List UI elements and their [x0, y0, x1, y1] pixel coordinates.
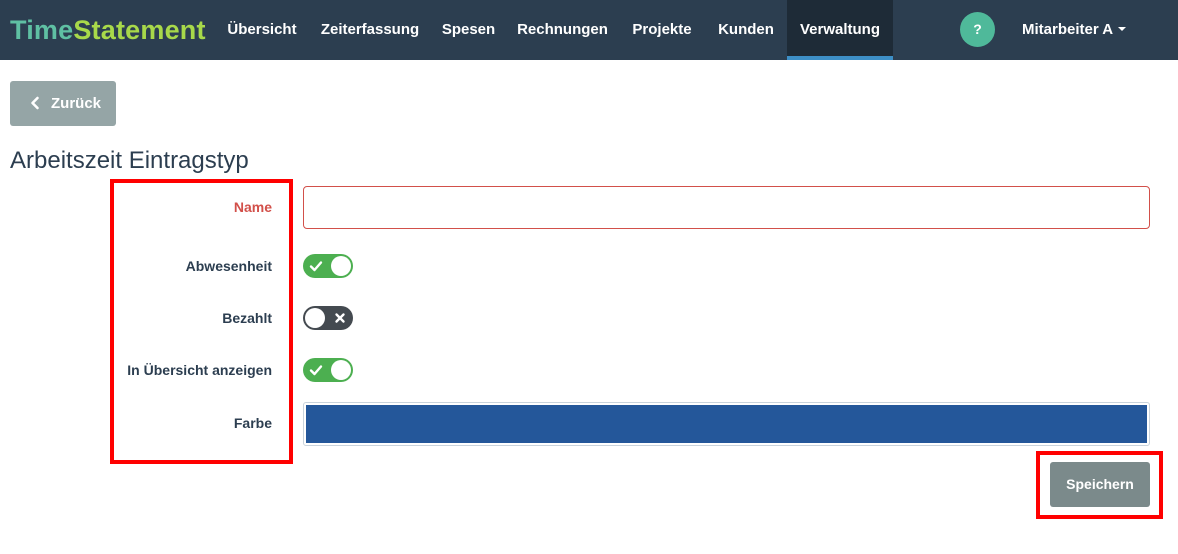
- brand-part-2: Statement: [73, 15, 206, 45]
- back-button[interactable]: Zurück: [10, 81, 116, 126]
- toggle-knob: [331, 360, 351, 380]
- back-button-label: Zurück: [51, 95, 102, 112]
- user-menu-label: Mitarbeiter A: [1022, 21, 1114, 38]
- name-label: Name: [233, 199, 272, 215]
- absence-label: Abwesenheit: [185, 258, 272, 274]
- save-button[interactable]: Speichern: [1050, 462, 1150, 507]
- name-input[interactable]: [303, 186, 1150, 229]
- show-overview-label: In Übersicht anzeigen: [127, 362, 272, 378]
- nav-item-verwaltung[interactable]: Verwaltung: [787, 0, 893, 60]
- nav-item-rechnungen[interactable]: Rechnungen: [507, 0, 618, 60]
- user-menu[interactable]: Mitarbeiter A: [1022, 0, 1127, 60]
- show-overview-toggle[interactable]: [303, 358, 353, 382]
- caret-down-icon: [1118, 27, 1127, 31]
- check-icon: [309, 365, 323, 376]
- nav-item-uebersicht[interactable]: Übersicht: [215, 0, 309, 60]
- cross-icon: [335, 313, 345, 323]
- page-title: Arbeitszeit Eintragstyp: [10, 147, 249, 174]
- color-picker-field[interactable]: [303, 402, 1150, 446]
- absence-toggle[interactable]: [303, 254, 353, 278]
- toggle-knob: [305, 308, 325, 328]
- brand-part-1: Time: [10, 15, 74, 45]
- nav-item-projekte[interactable]: Projekte: [619, 0, 705, 60]
- check-icon: [309, 261, 323, 272]
- nav-item-spesen[interactable]: Spesen: [431, 0, 506, 60]
- paid-label: Bezahlt: [222, 310, 272, 326]
- nav-item-zeiterfassung[interactable]: Zeiterfassung: [310, 0, 430, 60]
- nav-item-kunden[interactable]: Kunden: [706, 0, 786, 60]
- help-button[interactable]: ?: [960, 12, 995, 47]
- color-swatch: [306, 405, 1147, 443]
- app-logo[interactable]: TimeStatement: [10, 13, 206, 47]
- color-label: Farbe: [233, 415, 272, 431]
- toggle-knob: [331, 256, 351, 276]
- chevron-left-icon: [31, 96, 39, 110]
- paid-toggle[interactable]: [303, 306, 353, 330]
- top-navbar: TimeStatement Übersicht Zeiterfassung Sp…: [0, 0, 1178, 60]
